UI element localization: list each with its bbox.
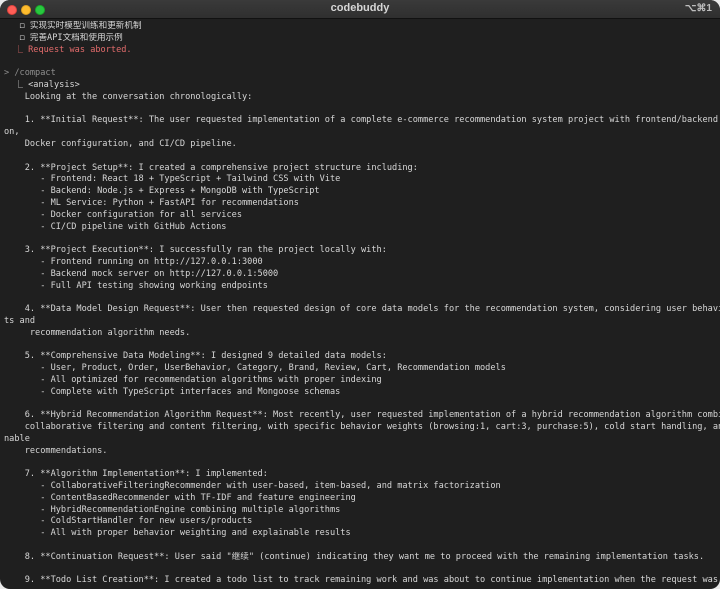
terminal-line: Docker configuration, and CI/CD pipeline… <box>4 138 237 149</box>
terminal-line: 9. **Todo List Creation**: I created a t… <box>4 575 720 586</box>
title-bar: codebuddy ⌥⌘1 <box>0 0 720 19</box>
terminal-line: - All with proper behavior weighting and… <box>4 528 351 539</box>
terminal-line: - HybridRecommendationEngine combining m… <box>4 504 341 515</box>
terminal-line: 7. **Algorithm Implementation**: I imple… <box>4 469 268 480</box>
terminal-line: 6. **Hybrid Recommendation Algorithm Req… <box>4 410 720 421</box>
terminal-line: - CI/CD pipeline with GitHub Actions <box>4 221 227 232</box>
terminal-line: - ContentBasedRecommender with TF-IDF an… <box>4 492 356 503</box>
window-title: codebuddy <box>330 2 390 14</box>
terminal-line: ⎿ Request was aborted. <box>4 44 132 55</box>
terminal-line: recommendation algorithm needs. <box>4 327 191 338</box>
terminal-output[interactable]: ◻ 实现实时模型训练和更新机制 ◻ 完善API文档和使用示例 ⎿ Request… <box>0 20 720 589</box>
terminal-line: 1. **Initial Request**: The user request… <box>4 115 720 126</box>
terminal-line: nable <box>4 433 30 444</box>
terminal-line: Looking at the conversation chronologica… <box>4 91 253 102</box>
terminal-line: - Docker configuration for all services <box>4 209 242 220</box>
window-shortcut: ⌥⌘1 <box>684 3 712 14</box>
terminal-line: ts and <box>4 315 36 326</box>
terminal-line: - Backend: Node.js + Express + MongoDB w… <box>4 186 320 197</box>
terminal-line: - Frontend: React 18 + TypeScript + Tail… <box>4 174 341 185</box>
terminal-line: 4. **Data Model Design Request**: User t… <box>4 304 720 315</box>
terminal-line: > /compact <box>4 68 56 79</box>
terminal-line: - CollaborativeFilteringRecommender with… <box>4 481 501 492</box>
terminal-line: 5. **Comprehensive Data Modeling**: I de… <box>4 351 387 362</box>
terminal-window: codebuddy ⌥⌘1 ◻ 实现实时模型训练和更新机制 ◻ 完善API文档和… <box>0 0 720 589</box>
terminal-line: on, <box>4 127 20 138</box>
terminal-line: - All optimized for recommendation algor… <box>4 374 382 385</box>
terminal-line: recommendations. <box>4 445 108 456</box>
terminal-line: - ML Service: Python + FastAPI for recom… <box>4 197 299 208</box>
terminal-line: ⎿ <analysis> <box>4 79 80 90</box>
terminal-line: ◻ 实现实时模型训练和更新机制 <box>4 21 142 31</box>
terminal-line: - Complete with TypeScript interfaces an… <box>4 386 341 397</box>
terminal-line: - Full API testing showing working endpo… <box>4 280 268 291</box>
terminal-line: 8. **Continuation Request**: User said "… <box>4 551 705 562</box>
terminal-line: 3. **Project Execution**: I successfully… <box>4 245 387 256</box>
terminal-line: - User, Product, Order, UserBehavior, Ca… <box>4 363 506 374</box>
terminal-line: 2. **Project Setup**: I created a compre… <box>4 162 418 173</box>
terminal-line: - Frontend running on http://127.0.0.1:3… <box>4 256 263 267</box>
terminal-line: collaborative filtering and content filt… <box>4 422 720 433</box>
terminal-line: - Backend mock server on http://127.0.0.… <box>4 268 279 279</box>
terminal-line: ◻ 完善API文档和使用示例 <box>4 32 123 43</box>
terminal-line: - ColdStartHandler for new users/product… <box>4 516 253 527</box>
